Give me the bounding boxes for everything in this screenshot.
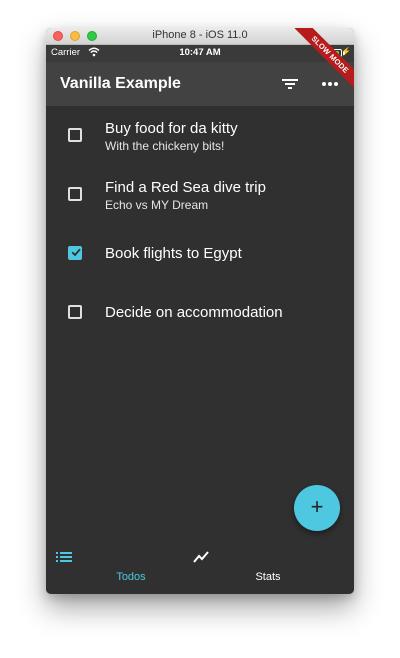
todo-note: With the chickeny bits! — [105, 139, 225, 153]
todo-checkbox[interactable] — [68, 187, 82, 201]
todo-checkbox[interactable] — [68, 128, 82, 142]
show-chart-icon — [193, 551, 209, 563]
tab-stats[interactable]: Stats — [191, 542, 345, 594]
add-todo-button[interactable]: + — [294, 485, 340, 531]
status-time: 10:47 AM — [179, 47, 221, 58]
todo-note: Echo vs MY Dream — [105, 198, 209, 212]
filter-icon[interactable] — [278, 72, 302, 96]
tab-stats-label: Stats — [255, 571, 281, 583]
bottom-navigation: Todos Stats — [46, 542, 354, 594]
page-title: Vanilla Example — [60, 75, 181, 92]
tab-todos-label: Todos — [116, 571, 146, 583]
todo-checkbox[interactable] — [68, 305, 82, 319]
tab-todos[interactable]: Todos — [54, 542, 208, 594]
todo-list: Buy food for da kitty With the chickeny … — [46, 106, 354, 342]
todo-title: Decide on accommodation — [105, 304, 283, 321]
todo-checkbox-checked[interactable] — [68, 246, 82, 260]
todo-item[interactable]: Find a Red Sea dive trip Echo vs MY Drea… — [46, 165, 354, 224]
more-horiz-icon[interactable] — [318, 72, 342, 96]
app-bar: Vanilla Example — [46, 62, 354, 106]
todo-title: Find a Red Sea dive trip — [105, 179, 266, 196]
todo-item[interactable]: Book flights to Egypt — [46, 224, 354, 283]
add-icon: + — [310, 494, 324, 519]
todo-item[interactable]: Buy food for da kitty With the chickeny … — [46, 106, 354, 165]
todo-item[interactable]: Decide on accommodation — [46, 283, 354, 342]
check-icon — [71, 248, 81, 257]
list-icon — [56, 552, 72, 562]
simulator-window: iPhone 8 - iOS 11.0 Carrier 10:47 AM ⚡ V… — [46, 28, 354, 594]
status-bar: Carrier 10:47 AM ⚡ — [46, 45, 354, 62]
charging-icon: ⚡ — [341, 47, 351, 56]
todo-title: Buy food for da kitty — [105, 120, 238, 137]
todo-title: Book flights to Egypt — [105, 245, 242, 262]
